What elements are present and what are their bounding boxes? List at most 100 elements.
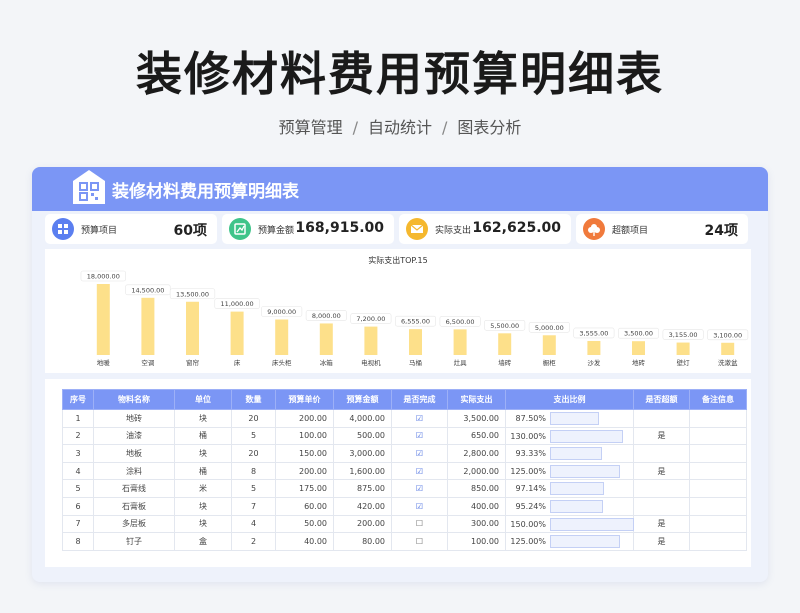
budget-amount-cell: 3,000.00 [333,444,392,463]
category-label: 冰箱 [320,358,334,367]
spend-ratio-cell: 130.00% [505,426,634,446]
done-checkbox: ☑ [391,426,448,446]
remark-cell [689,426,747,446]
kpi-value: 24项 [704,223,738,239]
actual-spend-cell: 100.00 [447,532,506,551]
data-label: 3,500.00 [624,330,653,338]
table-row[interactable]: 8 钉子盒 2 40.00 80.00 ☐ 100.00 125.00% 是 [62,532,747,551]
chart-bar [498,333,512,355]
chart-icon [229,218,251,240]
table-row[interactable]: 5 石膏线米 5 175.00 875.00 ☑ 850.00 97.14% [62,479,747,498]
row-number: 1 [62,409,94,428]
material-name: 多层板 [93,514,175,534]
checked-checkbox-icon[interactable]: ☑ [416,502,423,511]
category-label: 橱柜 [543,358,557,367]
data-label: 3,155.00 [669,331,698,339]
data-label: 14,500.00 [131,286,164,294]
chart-bar [542,335,556,355]
category-label: 壁灯 [677,358,691,367]
data-label: 5,000.00 [535,324,564,332]
done-checkbox: ☑ [391,479,448,498]
data-label: 3,100.00 [713,331,742,339]
spend-bar-chart: 18,000.00 地暖 14,500.00 空调 13,500.00 窗帘 11,000.… [80,270,749,367]
done-checkbox: ☑ [391,461,448,481]
quantity-cell: 20 [231,444,276,463]
card-header: 装修材料费用预算明细表 [32,167,768,211]
quantity-cell: 4 [231,514,276,534]
budget-amount-cell: 420.00 [333,496,392,516]
unit-price-cell: 200.00 [275,461,334,481]
category-label: 洗漱盆 [718,358,738,367]
remark-cell [689,409,747,428]
done-checkbox: ☑ [391,409,448,428]
material-name: 油漆 [93,426,175,446]
unchecked-checkbox-icon[interactable]: ☐ [416,519,423,528]
over-budget-cell: 是 [633,532,690,551]
done-checkbox: ☑ [391,496,448,516]
column-header[interactable]: 序号 [62,389,94,410]
kpi-label: 超额项目 [612,226,649,236]
quantity-cell: 5 [231,426,276,446]
spend-ratio-cell: 125.00% [505,461,634,481]
actual-spend-cell: 650.00 [447,426,506,446]
unit-cell: 米 [174,479,232,498]
kpi-budget-amount: 预算金额 168,915.00 [222,214,394,244]
actual-spend-cell: 300.00 [447,514,506,534]
checked-checkbox-icon[interactable]: ☑ [416,449,423,458]
checked-checkbox-icon[interactable]: ☑ [416,467,423,476]
table-row[interactable]: 1 地砖块 20 200.00 4,000.00 ☑ 3,500.00 87.50% [62,409,747,428]
chart-bar [96,284,110,355]
checked-checkbox-icon[interactable]: ☑ [416,414,423,423]
column-header[interactable]: 备注信息 [689,389,747,410]
checked-checkbox-icon[interactable]: ☑ [416,484,423,493]
column-header[interactable]: 是否完成 [391,389,448,410]
spend-ratio-cell: 87.50% [505,409,634,428]
chart-bar [275,319,289,355]
quantity-cell: 2 [231,532,276,551]
table-body: 1 地砖块 20 200.00 4,000.00 ☑ 3,500.00 87.50% 2 油漆桶 5… [62,409,747,551]
data-label: 9,000.00 [267,308,296,316]
column-header[interactable]: 数量 [231,389,276,410]
row-number: 8 [62,532,94,551]
row-number: 6 [62,496,94,516]
column-header[interactable]: 单位 [174,389,232,410]
row-number: 2 [62,426,94,446]
quantity-cell: 7 [231,496,276,516]
kpi-label: 预算金额 [258,226,295,236]
column-header[interactable]: 支出比例 [505,389,634,410]
budget-amount-cell: 200.00 [333,514,392,534]
category-label: 墙砖 [498,358,512,367]
table-row[interactable]: 6 石膏板块 7 60.00 420.00 ☑ 400.00 95.24% [62,496,747,516]
column-header[interactable]: 预算单价 [275,389,334,410]
spend-percent: 93.33% [515,449,546,459]
over-budget-cell: 是 [633,514,690,534]
unit-cell: 桶 [174,461,232,481]
spend-ratio-bar [550,412,599,425]
unit-cell: 块 [174,496,232,516]
actual-spend-cell: 850.00 [447,479,506,498]
checked-checkbox-icon[interactable]: ☑ [416,431,423,440]
category-label: 床头柜 [272,358,292,367]
remark-cell [689,496,747,516]
budget-amount-cell: 500.00 [333,426,392,446]
spend-ratio-bar [550,482,605,496]
table-row[interactable]: 4 涂料桶 8 200.00 1,600.00 ☑ 2,000.00 125.00% 是 [62,461,747,481]
kpi-value: 162,625.00 [472,220,561,236]
table-row[interactable]: 2 油漆桶 5 100.00 500.00 ☑ 650.00 130.00% 是 [62,426,747,446]
flower-icon [583,218,605,240]
chart-bar [186,301,199,355]
category-label: 地暖 [97,358,111,367]
budget-amount-cell: 4,000.00 [333,409,392,428]
table-row[interactable]: 3 地板块 20 150.00 3,000.00 ☑ 2,800.00 93.33% [62,444,747,463]
column-header[interactable]: 实际支出 [447,389,506,410]
spend-ratio-bar [550,535,620,549]
column-header[interactable]: 物料名称 [93,389,175,410]
mail-icon [406,218,428,240]
over-budget-cell [633,496,690,516]
column-header[interactable]: 是否超额 [633,389,690,410]
quantity-cell: 5 [231,479,276,498]
column-header[interactable]: 预算金额 [333,389,392,410]
unchecked-checkbox-icon[interactable]: ☐ [416,537,423,546]
subtitle-budget: 预算管理 [278,118,343,137]
table-row[interactable]: 7 多层板块 4 50.00 200.00 ☐ 300.00 150.00% 是 [62,514,747,534]
